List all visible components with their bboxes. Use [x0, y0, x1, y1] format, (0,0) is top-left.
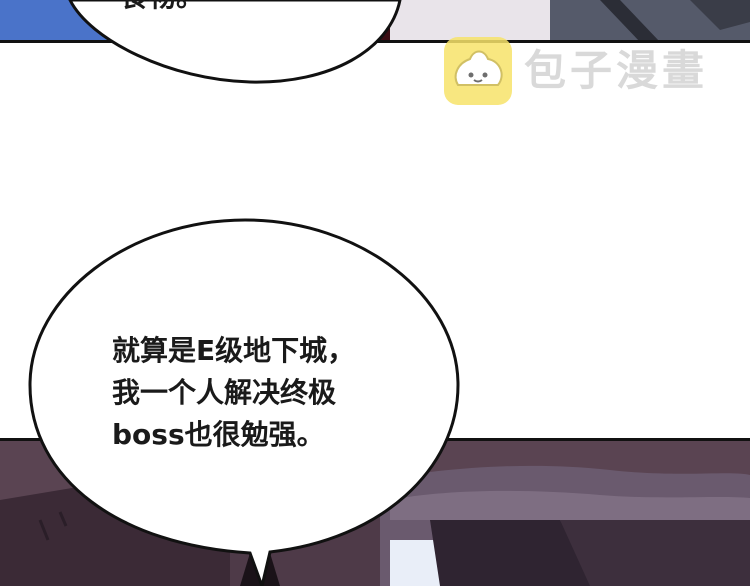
watermark: 包子漫畫 — [444, 37, 734, 107]
speech-line: boss也很勉强。 — [112, 418, 325, 451]
speech-line: 就算是E级地下城， — [112, 334, 356, 367]
speech-bubble-text: 就算是E级地下城， 我一个人解决终极 boss也很勉强。 — [112, 330, 412, 456]
top-bubble-text: 食物。 — [120, 0, 204, 14]
watermark-text: 包子漫畫 — [524, 46, 709, 95]
bun-mascot-icon — [444, 37, 512, 105]
speech-line: 我一个人解决终极 — [112, 376, 337, 409]
comic-page: 食物。 包子漫畫 就算是E级地下城， 我一个人解决终极 boss也很勉强。 — [0, 0, 750, 586]
